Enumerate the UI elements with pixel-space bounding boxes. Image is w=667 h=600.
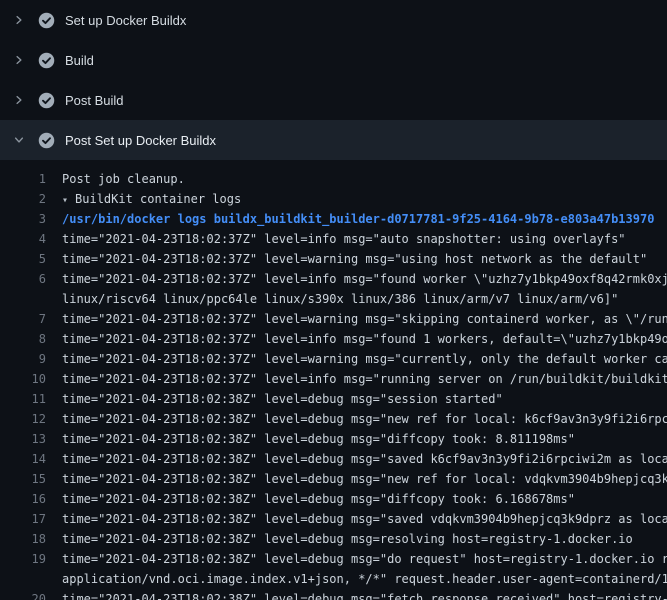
log-command-text: /usr/bin/docker logs buildx_buildkit_bui… <box>62 209 667 229</box>
line-number-link <box>0 289 62 309</box>
line-number-link[interactable]: 1 <box>0 169 62 189</box>
log-row: 18time="2021-04-23T18:02:38Z" level=debu… <box>0 529 667 549</box>
log-text: time="2021-04-23T18:02:38Z" level=debug … <box>62 469 667 489</box>
line-number-link[interactable]: 4 <box>0 229 62 249</box>
log-text: time="2021-04-23T18:02:37Z" level=info m… <box>62 269 667 289</box>
log-lines: 1Post job cleanup.2▾ BuildKit container l… <box>0 169 667 600</box>
log-text: time="2021-04-23T18:02:38Z" level=debug … <box>62 509 667 529</box>
log-text: linux/riscv64 linux/ppc64le linux/s390x … <box>62 289 667 309</box>
log-row: 17time="2021-04-23T18:02:38Z" level=debu… <box>0 509 667 529</box>
line-number-link[interactable]: 10 <box>0 369 62 389</box>
log-row: 2▾ BuildKit container logs <box>0 189 667 209</box>
log-row: 16time="2021-04-23T18:02:38Z" level=debu… <box>0 489 667 509</box>
line-number-link[interactable]: 13 <box>0 429 62 449</box>
line-number-link[interactable]: 5 <box>0 249 62 269</box>
log-text: time="2021-04-23T18:02:38Z" level=debug … <box>62 409 667 429</box>
log-row: application/vnd.oci.image.index.v1+json,… <box>0 569 667 589</box>
line-number-link <box>0 569 62 589</box>
log-area: 1Post job cleanup.2▾ BuildKit container l… <box>0 160 667 600</box>
line-number-link[interactable]: 16 <box>0 489 62 509</box>
log-row: 15time="2021-04-23T18:02:38Z" level=debu… <box>0 469 667 489</box>
log-row: 19time="2021-04-23T18:02:38Z" level=debu… <box>0 549 667 569</box>
log-row: 11time="2021-04-23T18:02:38Z" level=debu… <box>0 389 667 409</box>
chevron-right-icon[interactable] <box>13 94 25 106</box>
line-number-link[interactable]: 17 <box>0 509 62 529</box>
log-text: time="2021-04-23T18:02:38Z" level=debug … <box>62 389 667 409</box>
line-number-link[interactable]: 19 <box>0 549 62 569</box>
log-row: 3/usr/bin/docker logs buildx_buildkit_bu… <box>0 209 667 229</box>
log-row: 20time="2021-04-23T18:02:38Z" level=debu… <box>0 589 667 600</box>
log-row: 10time="2021-04-23T18:02:37Z" level=info… <box>0 369 667 389</box>
log-row: 12time="2021-04-23T18:02:38Z" level=debu… <box>0 409 667 429</box>
chevron-right-icon[interactable] <box>13 54 25 66</box>
step-post-build[interactable]: Post Build <box>0 80 667 120</box>
line-number-link[interactable]: 6 <box>0 269 62 289</box>
check-circle-icon <box>38 132 55 149</box>
actions-log-viewer: Set up Docker Buildx Build Post Build Po… <box>0 0 667 600</box>
line-number-link[interactable]: 2 <box>0 189 62 209</box>
line-number-link[interactable]: 9 <box>0 349 62 369</box>
log-text: time="2021-04-23T18:02:37Z" level=info m… <box>62 369 667 389</box>
check-circle-icon <box>38 12 55 29</box>
log-text: time="2021-04-23T18:02:38Z" level=debug … <box>62 529 667 549</box>
step-build[interactable]: Build <box>0 40 667 80</box>
log-row: 6time="2021-04-23T18:02:37Z" level=info … <box>0 269 667 289</box>
log-text: Post job cleanup. <box>62 169 667 189</box>
line-number-link[interactable]: 3 <box>0 209 62 229</box>
check-circle-icon <box>38 52 55 69</box>
step-set-up-docker-buildx[interactable]: Set up Docker Buildx <box>0 0 667 40</box>
step-label: Post Set up Docker Buildx <box>65 133 216 148</box>
line-number-link[interactable]: 18 <box>0 529 62 549</box>
check-circle-icon <box>38 92 55 109</box>
chevron-right-icon[interactable] <box>13 14 25 26</box>
chevron-down-icon[interactable] <box>13 134 25 146</box>
log-text: time="2021-04-23T18:02:37Z" level=info m… <box>62 229 667 249</box>
line-number-link[interactable]: 12 <box>0 409 62 429</box>
step-label: Set up Docker Buildx <box>65 13 186 28</box>
line-number-link[interactable]: 11 <box>0 389 62 409</box>
log-text: time="2021-04-23T18:02:38Z" level=debug … <box>62 489 667 509</box>
log-row: 13time="2021-04-23T18:02:38Z" level=debu… <box>0 429 667 449</box>
log-text: time="2021-04-23T18:02:37Z" level=info m… <box>62 329 667 349</box>
line-number-link[interactable]: 7 <box>0 309 62 329</box>
log-text: time="2021-04-23T18:02:38Z" level=debug … <box>62 429 667 449</box>
log-row: 9time="2021-04-23T18:02:37Z" level=warni… <box>0 349 667 369</box>
group-title[interactable]: BuildKit container logs <box>75 192 241 206</box>
line-number-link[interactable]: 14 <box>0 449 62 469</box>
line-number-link[interactable]: 8 <box>0 329 62 349</box>
log-row: 8time="2021-04-23T18:02:37Z" level=info … <box>0 329 667 349</box>
step-label: Build <box>65 53 94 68</box>
log-text: ▾ BuildKit container logs <box>62 189 667 209</box>
log-row: 5time="2021-04-23T18:02:37Z" level=warni… <box>0 249 667 269</box>
log-text: time="2021-04-23T18:02:38Z" level=debug … <box>62 549 667 569</box>
log-text: time="2021-04-23T18:02:37Z" level=warnin… <box>62 349 667 369</box>
log-text: application/vnd.oci.image.index.v1+json,… <box>62 569 667 589</box>
log-text: time="2021-04-23T18:02:37Z" level=warnin… <box>62 309 667 329</box>
step-label: Post Build <box>65 93 124 108</box>
line-number-link[interactable]: 15 <box>0 469 62 489</box>
log-row: 4time="2021-04-23T18:02:37Z" level=info … <box>0 229 667 249</box>
log-text: time="2021-04-23T18:02:37Z" level=warnin… <box>62 249 667 269</box>
log-text: time="2021-04-23T18:02:38Z" level=debug … <box>62 589 667 600</box>
log-row: linux/riscv64 linux/ppc64le linux/s390x … <box>0 289 667 309</box>
line-number-link[interactable]: 20 <box>0 589 62 600</box>
group-caret-down-icon[interactable]: ▾ <box>62 191 68 209</box>
log-row: 14time="2021-04-23T18:02:38Z" level=debu… <box>0 449 667 469</box>
log-row: 1Post job cleanup. <box>0 169 667 189</box>
log-text: time="2021-04-23T18:02:38Z" level=debug … <box>62 449 667 469</box>
log-row: 7time="2021-04-23T18:02:37Z" level=warni… <box>0 309 667 329</box>
step-post-set-up-docker-buildx[interactable]: Post Set up Docker Buildx <box>0 120 667 160</box>
